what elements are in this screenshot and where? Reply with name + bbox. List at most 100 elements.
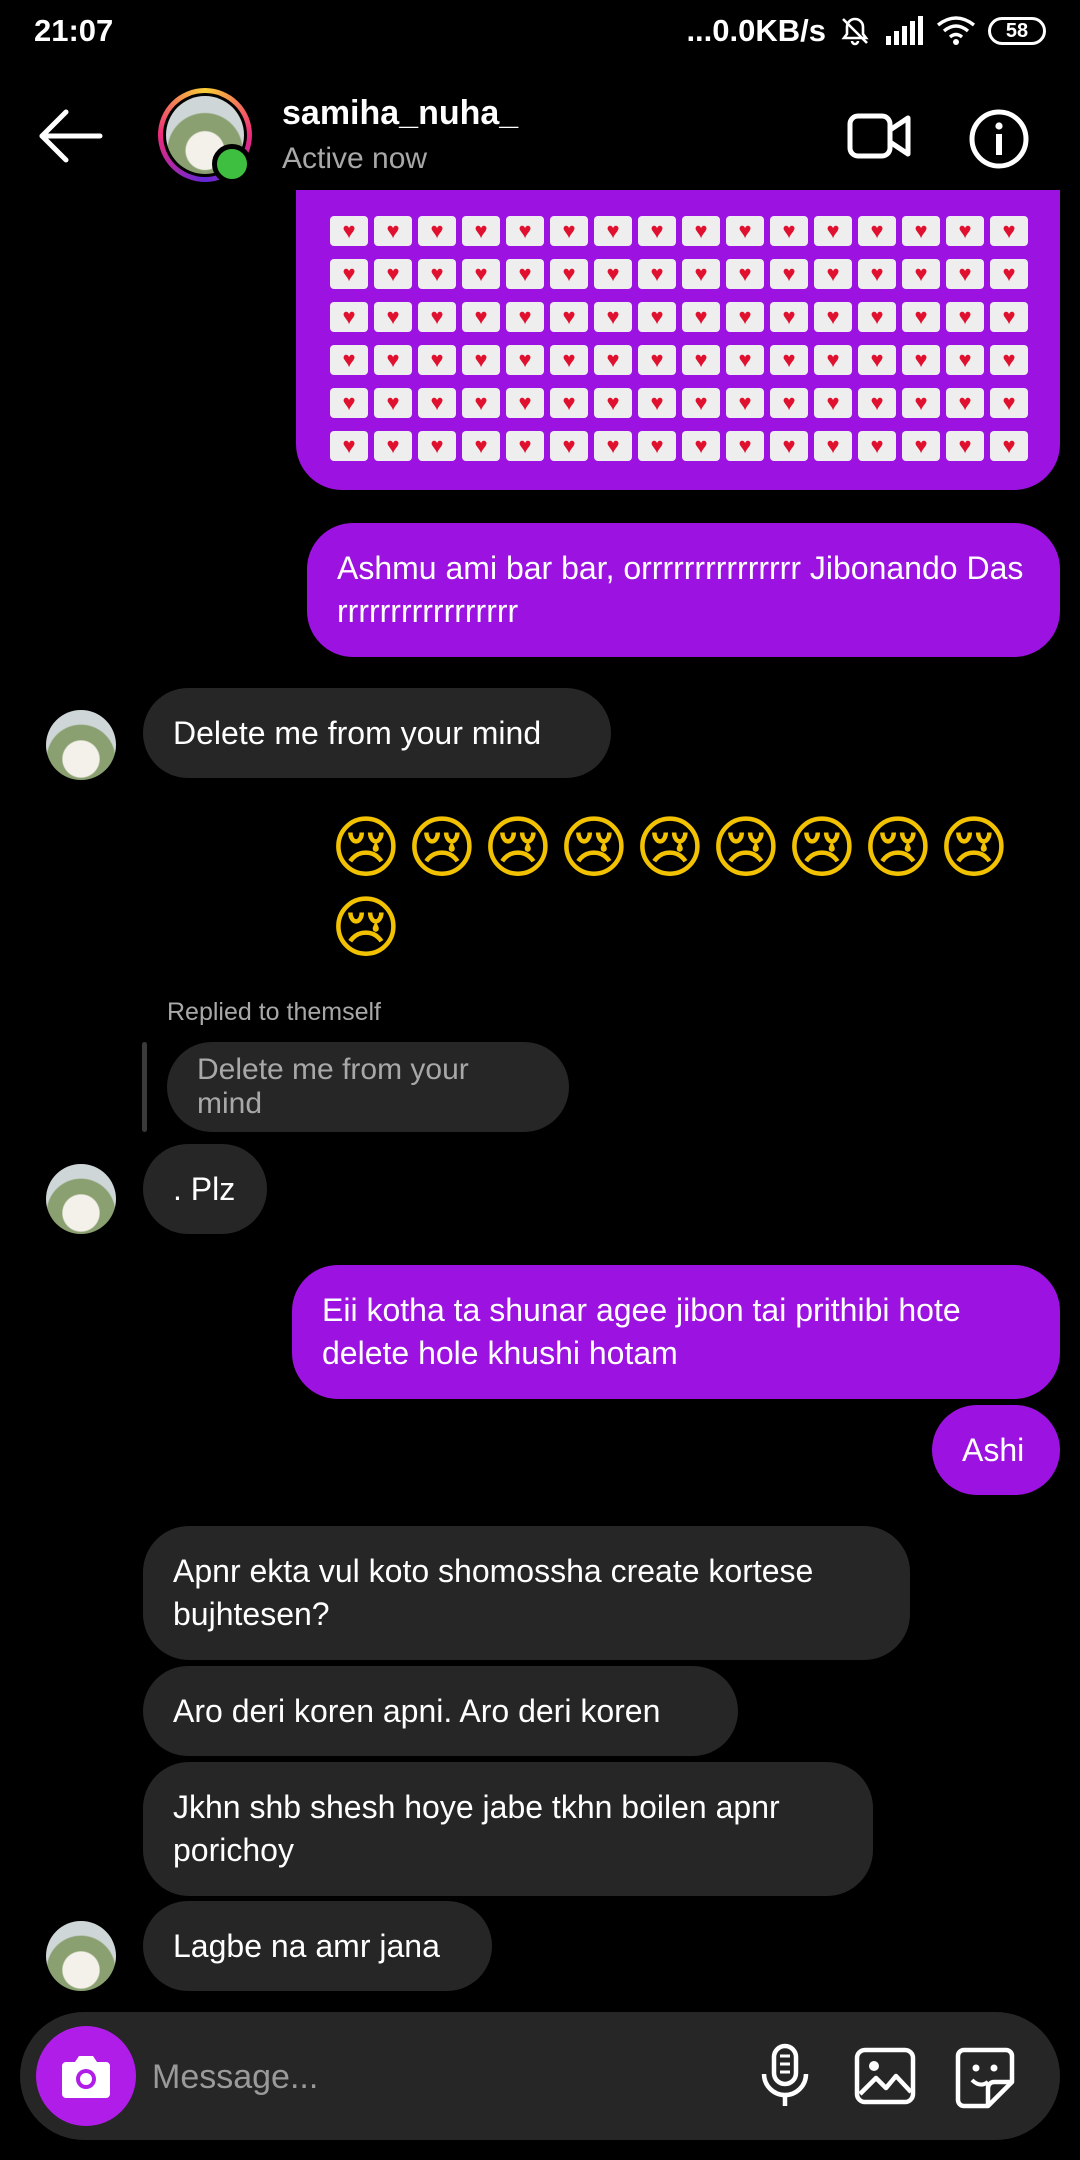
message-text: Lagbe na amr jana bbox=[173, 1927, 440, 1964]
message-text: Ashmu ami bar bar, orrrrrrrrrrrrrrr Jibo… bbox=[337, 550, 1024, 629]
love-letter-emoji: ♥ bbox=[902, 216, 940, 246]
love-letter-emoji: ♥ bbox=[814, 259, 852, 289]
love-letter-emoji: ♥ bbox=[726, 345, 764, 375]
reply-divider bbox=[142, 1042, 147, 1132]
love-letter-emoji: ♥ bbox=[726, 216, 764, 246]
crying-face-emoji: 😢 bbox=[862, 810, 938, 886]
love-letter-emoji: ♥ bbox=[902, 431, 940, 461]
outgoing-message[interactable]: Eii kotha ta shunar agee jibon tai prith… bbox=[292, 1265, 1060, 1399]
love-letter-emoji: ♥ bbox=[814, 388, 852, 418]
incoming-message[interactable]: Jkhn shb shesh hoye jabe tkhn boilen apn… bbox=[143, 1762, 873, 1896]
love-letter-emoji: ♥ bbox=[726, 388, 764, 418]
crying-face-emoji: 😢 bbox=[634, 810, 710, 886]
love-letter-emoji: ♥ bbox=[990, 302, 1028, 332]
sender-avatar[interactable] bbox=[46, 1164, 116, 1234]
status-bar: 21:07 ...0.0KB/s 58 bbox=[0, 0, 1080, 62]
camera-button[interactable] bbox=[36, 2026, 136, 2126]
love-letter-emoji: ♥ bbox=[682, 216, 720, 246]
outgoing-emoji-message[interactable]: 😢😢😢😢😢😢😢😢😢😢 bbox=[330, 808, 1070, 968]
love-letter-emoji: ♥ bbox=[946, 259, 984, 289]
love-letter-emoji: ♥ bbox=[990, 345, 1028, 375]
message-text: Apnr ekta vul koto shomossha create kort… bbox=[173, 1553, 814, 1632]
crying-face-emoji: 😢 bbox=[558, 810, 634, 886]
love-letter-emoji: ♥ bbox=[550, 302, 588, 332]
outgoing-emoji-message[interactable]: ♥ ♥ ♥ ♥ ♥ ♥ ♥ ♥ ♥ ♥ ♥ ♥ ♥ ♥ ♥ ♥ ♥ ♥ ♥ ♥ ♥ ♥ ♥ ♥ ♥ ♥ ♥ ♥ ♥ ♥ ♥ ♥ ♥ ♥ ♥ ♥ ♥ ♥ ♥ ♥… bbox=[296, 190, 1060, 490]
love-letter-emoji: ♥ bbox=[462, 431, 500, 461]
message-text: Aro deri koren apni. Aro deri koren bbox=[173, 1692, 661, 1729]
love-letter-emoji: ♥ bbox=[946, 388, 984, 418]
mute-icon bbox=[841, 17, 869, 46]
sender-avatar[interactable] bbox=[46, 1921, 116, 1991]
love-letter-emoji: ♥ bbox=[858, 259, 896, 289]
love-letter-emoji: ♥ bbox=[374, 345, 412, 375]
love-letter-emoji: ♥ bbox=[990, 388, 1028, 418]
incoming-message[interactable]: Apnr ekta vul koto shomossha create kort… bbox=[143, 1526, 910, 1660]
crying-face-emoji: 😢 bbox=[786, 810, 862, 886]
incoming-message[interactable]: Lagbe na amr jana bbox=[143, 1901, 492, 1991]
love-letter-emoji: ♥ bbox=[462, 302, 500, 332]
sticker-icon[interactable] bbox=[952, 2042, 1018, 2110]
love-letter-emoji: ♥ bbox=[858, 388, 896, 418]
love-letter-emoji: ♥ bbox=[594, 388, 632, 418]
reply-quote-text: Delete me from your mind bbox=[197, 1053, 469, 1120]
reply-quote[interactable]: Delete me from your mind bbox=[167, 1042, 569, 1132]
gallery-icon[interactable] bbox=[852, 2042, 918, 2110]
love-letter-emoji: ♥ bbox=[638, 216, 676, 246]
love-letter-emoji: ♥ bbox=[990, 431, 1028, 461]
outgoing-message[interactable]: Ashi bbox=[932, 1405, 1060, 1495]
love-letter-emoji: ♥ bbox=[594, 345, 632, 375]
love-letter-emoji: ♥ bbox=[506, 216, 544, 246]
network-speed: ...0.0KB/s bbox=[686, 13, 826, 48]
love-letter-emoji: ♥ bbox=[902, 388, 940, 418]
love-letter-emoji: ♥ bbox=[374, 302, 412, 332]
love-letter-emoji: ♥ bbox=[814, 345, 852, 375]
contact-name[interactable]: samiha_nuha_ bbox=[282, 94, 518, 133]
love-letter-emoji: ♥ bbox=[418, 388, 456, 418]
back-arrow-icon[interactable] bbox=[38, 108, 104, 164]
love-letter-emoji: ♥ bbox=[374, 259, 412, 289]
love-letter-emoji: ♥ bbox=[550, 345, 588, 375]
sender-avatar[interactable] bbox=[46, 710, 116, 780]
crying-emojis: 😢😢😢😢😢😢😢😢😢😢 bbox=[330, 810, 1014, 966]
video-call-icon[interactable] bbox=[846, 108, 912, 164]
love-letter-emoji: ♥ bbox=[506, 259, 544, 289]
incoming-message[interactable]: . Plz bbox=[143, 1144, 267, 1234]
crying-face-emoji: 😢 bbox=[406, 810, 482, 886]
info-icon[interactable] bbox=[968, 108, 1030, 170]
love-letter-emoji: ♥ bbox=[506, 345, 544, 375]
love-letter-emoji: ♥ bbox=[726, 302, 764, 332]
love-letter-emoji: ♥ bbox=[638, 259, 676, 289]
love-letter-emoji: ♥ bbox=[770, 345, 808, 375]
love-letter-emoji: ♥ bbox=[550, 388, 588, 418]
love-letter-emoji: ♥ bbox=[462, 216, 500, 246]
love-letter-emoji: ♥ bbox=[374, 388, 412, 418]
love-letter-emoji: ♥ bbox=[330, 431, 368, 461]
wifi-icon bbox=[936, 16, 976, 45]
love-letter-emoji: ♥ bbox=[418, 216, 456, 246]
love-letter-emoji: ♥ bbox=[902, 345, 940, 375]
crying-face-emoji: 😢 bbox=[938, 810, 1014, 886]
love-letter-emoji: ♥ bbox=[682, 388, 720, 418]
love-letter-emoji: ♥ bbox=[814, 431, 852, 461]
love-letter-emoji: ♥ bbox=[682, 431, 720, 461]
incoming-message[interactable]: Delete me from your mind bbox=[143, 688, 611, 778]
status-time: 21:07 bbox=[34, 13, 114, 48]
incoming-message[interactable]: Aro deri koren apni. Aro deri koren bbox=[143, 1666, 738, 1756]
love-letter-emoji: ♥ bbox=[770, 388, 808, 418]
battery-level: 58 bbox=[1005, 19, 1029, 42]
love-letter-emoji: ♥ bbox=[638, 388, 676, 418]
crying-face-emoji: 😢 bbox=[710, 810, 786, 886]
outgoing-message[interactable]: Ashmu ami bar bar, orrrrrrrrrrrrrrr Jibo… bbox=[307, 523, 1060, 657]
microphone-icon[interactable] bbox=[752, 2042, 818, 2110]
love-letter-emoji: ♥ bbox=[418, 431, 456, 461]
love-letter-emoji: ♥ bbox=[506, 302, 544, 332]
love-letter-emoji: ♥ bbox=[550, 216, 588, 246]
love-letter-emoji: ♥ bbox=[594, 259, 632, 289]
love-letter-emoji: ♥ bbox=[946, 345, 984, 375]
love-letter-emoji: ♥ bbox=[990, 259, 1028, 289]
love-letter-emoji: ♥ bbox=[506, 388, 544, 418]
message-input[interactable] bbox=[150, 2042, 694, 2112]
message-text: Delete me from your mind bbox=[173, 714, 542, 751]
message-text: Ashi bbox=[962, 1431, 1025, 1468]
love-letter-emoji: ♥ bbox=[638, 302, 676, 332]
